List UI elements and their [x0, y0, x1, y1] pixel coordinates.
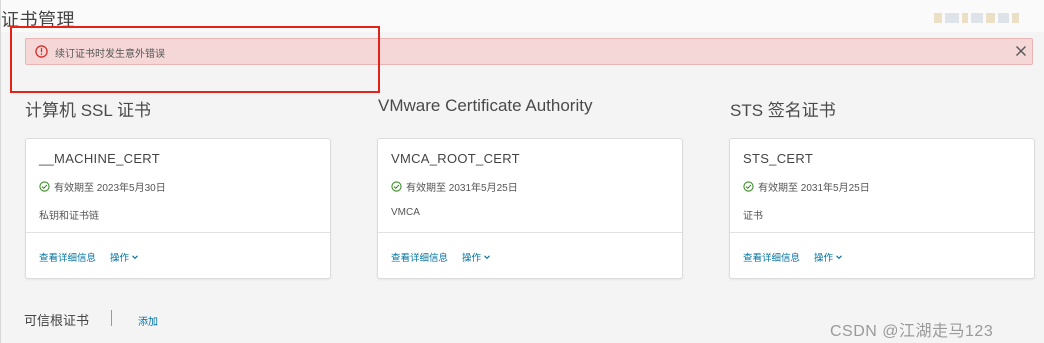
card-actions: 查看详细信息 操作 [391, 250, 491, 264]
view-details-link[interactable]: 查看详细信息 [391, 250, 448, 264]
card-actions: 查看详细信息 操作 [743, 250, 843, 264]
certificate-name: VMCA_ROOT_CERT [391, 151, 520, 166]
trusted-root-certificates-title: 可信根证书 [24, 313, 90, 328]
certificate-description: VMCA [391, 207, 420, 218]
close-icon[interactable] [1013, 43, 1029, 59]
certificate-name: STS_CERT [743, 151, 814, 166]
error-alert-banner: 续订证书时发生意外错误 [25, 38, 1033, 65]
section-title-vmca: VMware Certificate Authority [378, 96, 593, 115]
card-divider [730, 232, 1034, 233]
actions-label: 操作 [110, 253, 130, 264]
section-title-sts: STS 签名证书 [730, 101, 836, 120]
card-actions: 查看详细信息 操作 [39, 250, 139, 264]
certificate-description: 证书 [743, 211, 763, 222]
validity-text: 有效期至 2031年5月25日 [758, 182, 870, 194]
card-divider [378, 232, 682, 233]
validity-row: 有效期至 2031年5月25日 [743, 179, 870, 194]
watermark: CSDN @江湖走马123 [830, 323, 994, 340]
certificate-management-page: 证书管理 续订证书时发生意外错误 计算机 SSL 证书 __MACHINE_CE… [0, 0, 1044, 343]
certificate-name: __MACHINE_CERT [39, 151, 160, 166]
chevron-down-icon [132, 255, 138, 260]
actions-dropdown[interactable]: 操作 [110, 250, 139, 264]
page-title: 证书管理 [1, 10, 75, 30]
check-circle-icon [743, 180, 754, 192]
blurred-user-info [934, 13, 1020, 23]
actions-dropdown[interactable]: 操作 [814, 250, 843, 264]
validity-row: 有效期至 2023年5月30日 [39, 179, 166, 194]
chevron-down-icon [484, 255, 490, 260]
actions-dropdown[interactable]: 操作 [462, 250, 491, 264]
check-circle-icon [39, 180, 50, 192]
alert-message: 续订证书时发生意外错误 [55, 49, 165, 60]
view-details-link[interactable]: 查看详细信息 [743, 250, 800, 264]
certificate-card-machine: __MACHINE_CERT 有效期至 2023年5月30日 私钥和证书链 查看… [25, 138, 331, 279]
separator [111, 310, 112, 326]
section-title-machine-ssl: 计算机 SSL 证书 [25, 101, 151, 120]
card-divider [26, 232, 330, 233]
validity-text: 有效期至 2023年5月30日 [54, 182, 166, 194]
error-circle-icon [35, 45, 48, 58]
certificate-card-sts: STS_CERT 有效期至 2031年5月25日 证书 查看详细信息 操作 [729, 138, 1035, 279]
view-details-link[interactable]: 查看详细信息 [39, 250, 96, 264]
certificate-card-vmca: VMCA_ROOT_CERT 有效期至 2031年5月25日 VMCA 查看详细… [377, 138, 683, 279]
certificate-description: 私钥和证书链 [39, 211, 99, 222]
check-circle-icon [391, 180, 402, 192]
actions-label: 操作 [462, 253, 482, 264]
validity-text: 有效期至 2031年5月25日 [406, 182, 518, 194]
chevron-down-icon [836, 255, 842, 260]
add-trusted-root-link[interactable]: 添加 [138, 313, 158, 328]
validity-row: 有效期至 2031年5月25日 [391, 179, 518, 194]
actions-label: 操作 [814, 253, 834, 264]
top-bar: 证书管理 [1, 0, 1044, 32]
